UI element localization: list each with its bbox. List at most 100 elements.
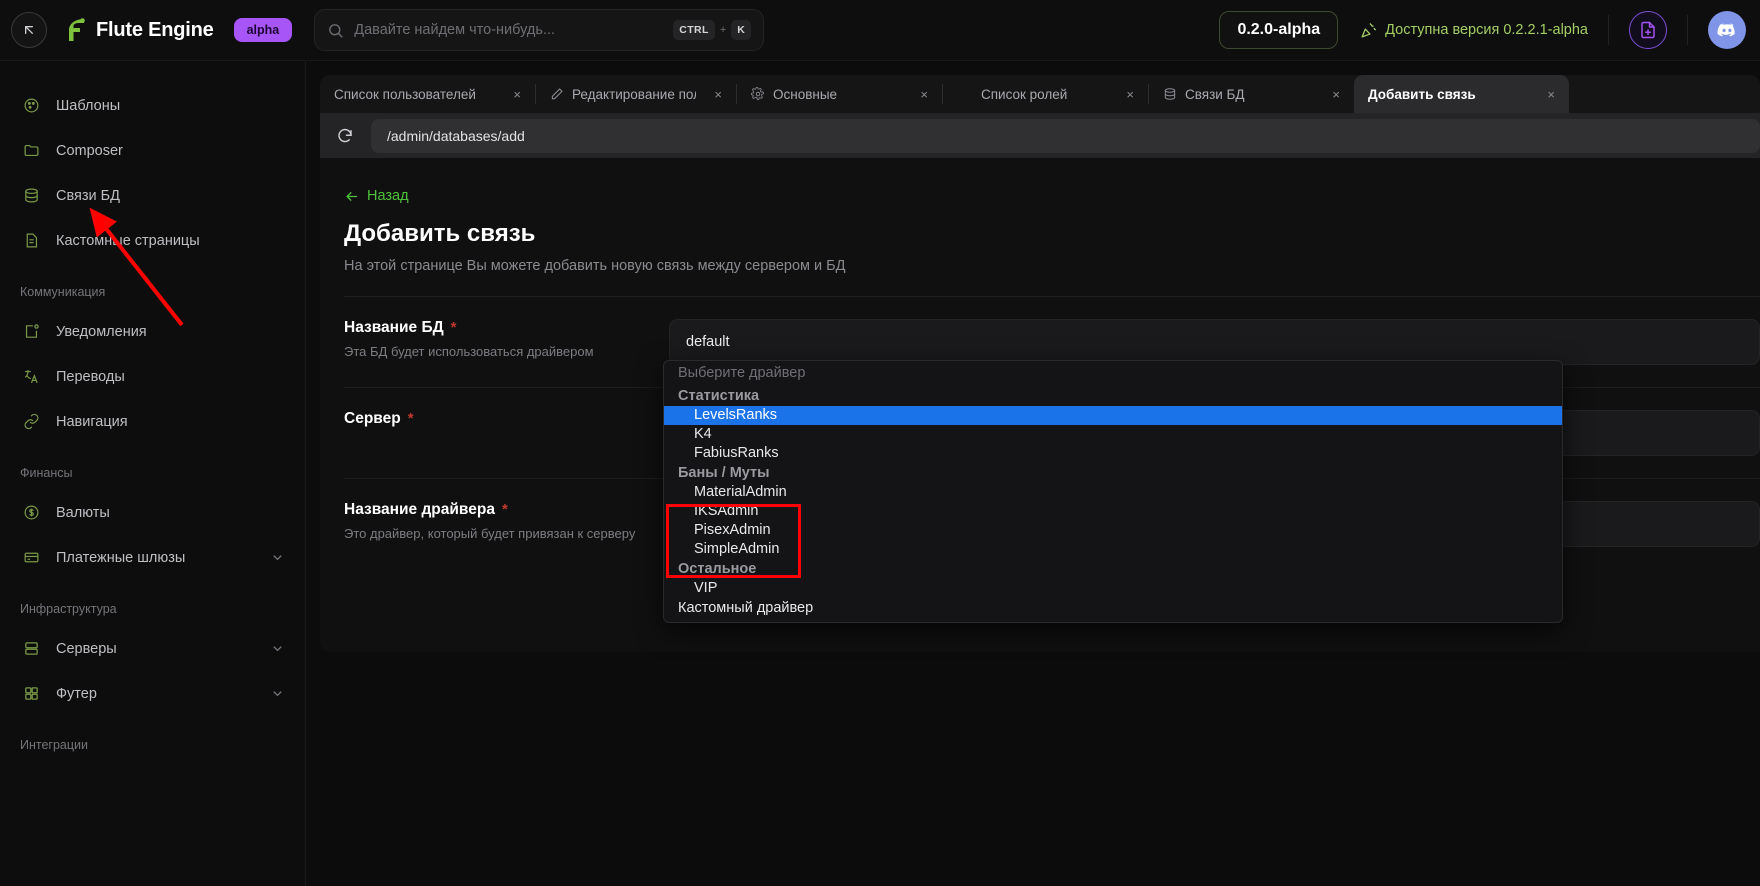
dropdown-option-materialadmin[interactable]: MaterialAdmin xyxy=(664,483,1562,502)
server-icon xyxy=(20,640,42,657)
top-header-bar: Flute Engine alpha Давайте найдем что-ни… xyxy=(0,0,1760,61)
search-icon xyxy=(327,22,344,39)
sidebar-item-servers[interactable]: Серверы xyxy=(0,626,305,671)
sidebar-item-custom-pages[interactable]: Кастомные страницы xyxy=(0,218,305,263)
dropdown-option-pisexadmin[interactable]: PisexAdmin xyxy=(664,521,1562,540)
tab-db-connections[interactable]: Связи БД × xyxy=(1149,75,1354,113)
chevron-down-icon[interactable] xyxy=(270,550,285,565)
field-labels: Название БД * Эта БД будет использоватьс… xyxy=(344,319,669,359)
sidebar-group-integrations: Интеграции xyxy=(20,738,89,752)
flute-engine-logo-icon xyxy=(69,18,85,41)
dropdown-option-iksadmin[interactable]: IKSAdmin xyxy=(664,502,1562,521)
dropdown-option-k4[interactable]: K4 xyxy=(664,425,1562,444)
tab-close-icon[interactable]: × xyxy=(910,87,928,102)
dropdown-option-vip[interactable]: VIP xyxy=(664,579,1562,598)
sidebar-item-label: Связи БД xyxy=(56,187,120,204)
tab-close-icon[interactable]: × xyxy=(1322,87,1340,102)
sidebar-item-label: Шаблоны xyxy=(56,97,121,114)
sidebar-item-payment-gateways[interactable]: Платежные шлюзы xyxy=(0,535,305,580)
page-content: Назад Добавить связь На этой странице Вы… xyxy=(320,158,1760,652)
brand-logo-group[interactable]: Flute Engine xyxy=(65,17,214,43)
new-document-button[interactable] xyxy=(1629,11,1667,49)
sidebar-item-label: Уведомления xyxy=(56,323,147,340)
credit-card-icon xyxy=(20,549,42,566)
reload-icon[interactable] xyxy=(336,127,354,145)
tab-close-icon[interactable]: × xyxy=(503,87,521,102)
field-labels: Сервер * xyxy=(344,410,669,428)
global-search-input[interactable]: Давайте найдем что-нибудь... CTRL + K xyxy=(314,9,765,51)
sidebar-item-footer[interactable]: Футер xyxy=(0,671,305,716)
sidebar-item-navigation[interactable]: Навигация xyxy=(0,399,305,444)
db-name-input[interactable]: default xyxy=(669,318,1760,365)
required-marker: * xyxy=(501,501,508,518)
dropdown-group-label: Баны / Муты xyxy=(678,465,770,481)
dropdown-placeholder-option[interactable]: Выберите драйвер xyxy=(664,363,1562,386)
tab-close-icon[interactable]: × xyxy=(704,87,722,102)
sidebar-item-templates[interactable]: Шаблоны xyxy=(0,83,305,128)
sidebar-item-label: Навигация xyxy=(56,413,128,430)
tab-close-icon[interactable]: × xyxy=(1116,87,1134,102)
file-plus-icon xyxy=(1641,21,1655,39)
tab-label: Основные xyxy=(773,86,838,102)
version-badge[interactable]: 0.2.0-alpha xyxy=(1219,11,1339,49)
tab-add-connection[interactable]: Добавить связь × xyxy=(1354,75,1569,113)
sidebar-nav: Шаблоны Composer Связи БД Кастомные стра… xyxy=(0,61,306,886)
sidebar-item-currencies[interactable]: Валюты xyxy=(0,490,305,535)
field-label-text: Название БД xyxy=(344,318,444,336)
url-input[interactable]: /admin/databases/add xyxy=(371,118,1760,153)
sidebar-item-label: Переводы xyxy=(56,368,125,385)
tab-label: Список ролей xyxy=(981,86,1068,102)
sidebar-collapse-button[interactable] xyxy=(11,12,47,48)
database-icon xyxy=(20,187,42,204)
discord-icon xyxy=(1717,23,1735,37)
bell-notification-icon xyxy=(20,323,42,340)
dollar-circle-icon xyxy=(20,504,42,521)
dropdown-option-simpleadmin[interactable]: SimpleAdmin xyxy=(664,540,1562,559)
tab-main-settings[interactable]: Основные × xyxy=(737,75,942,113)
page-subtitle: На этой странице Вы можете добавить нову… xyxy=(344,257,846,274)
discord-button[interactable] xyxy=(1708,11,1746,49)
tab-label: Редактирование пользова xyxy=(572,86,696,102)
header-divider-1 xyxy=(1608,15,1609,45)
search-shortcut-key: K xyxy=(731,20,752,40)
tab-close-icon[interactable]: × xyxy=(1537,87,1555,102)
field-label: Название драйвера * xyxy=(344,501,669,519)
db-name-value: default xyxy=(686,333,730,350)
tab-user-edit[interactable]: Редактирование пользова × xyxy=(536,75,736,113)
chevron-down-icon[interactable] xyxy=(270,686,285,701)
chevron-down-icon[interactable] xyxy=(270,641,285,656)
driver-dropdown-list[interactable]: Выберите драйвер Статистика LevelsRanks … xyxy=(663,360,1563,623)
header-right-controls: 0.2.0-alpha Доступна версия 0.2.2.1-alph… xyxy=(1219,0,1760,60)
dropdown-option-fabiusranks[interactable]: FabiusRanks xyxy=(664,444,1562,463)
sidebar-group-finance: Финансы xyxy=(20,466,73,480)
pencil-icon xyxy=(550,87,564,101)
sidebar-item-notifications[interactable]: Уведомления xyxy=(0,309,305,354)
tab-label: Добавить связь xyxy=(1368,86,1476,102)
sidebar-group-communication: Коммуникация xyxy=(20,285,106,299)
arrow-up-left-icon xyxy=(24,25,33,34)
dropdown-option-levelsranks[interactable]: LevelsRanks xyxy=(664,406,1562,425)
tab-users-list[interactable]: Список пользователей × xyxy=(320,75,535,113)
dropdown-group-label: Статистика xyxy=(678,388,760,404)
back-link[interactable]: Назад xyxy=(344,188,409,204)
tab-roles-list[interactable]: Список ролей × xyxy=(943,75,1148,113)
dropdown-group-label: Остальное xyxy=(678,561,757,577)
page-title: Добавить связь xyxy=(344,219,536,247)
main-content-area: Список пользователей × Редактирование по… xyxy=(306,61,1760,886)
field-label: Название БД * xyxy=(344,319,669,337)
palette-icon xyxy=(20,97,42,114)
sidebar-item-label: Платежные шлюзы xyxy=(56,549,186,566)
required-marker: * xyxy=(407,410,414,427)
sidebar-item-label: Кастомные страницы xyxy=(56,232,200,249)
dropdown-option-custom-driver[interactable]: Кастомный драйвер xyxy=(664,598,1562,618)
database-icon xyxy=(1163,87,1177,101)
sidebar-item-label: Серверы xyxy=(56,640,117,657)
gear-icon xyxy=(751,87,765,101)
field-hint: Эта БД будет использоваться драйвером xyxy=(344,343,594,359)
sidebar-item-translations[interactable]: Переводы xyxy=(0,354,305,399)
tab-label: Список пользователей xyxy=(334,86,476,102)
sidebar-item-db-connections[interactable]: Связи БД xyxy=(0,173,305,218)
sidebar-item-composer[interactable]: Composer xyxy=(0,128,305,173)
folder-icon xyxy=(20,142,42,159)
update-available-link[interactable]: Доступна версия 0.2.2.1-alpha xyxy=(1360,22,1588,39)
